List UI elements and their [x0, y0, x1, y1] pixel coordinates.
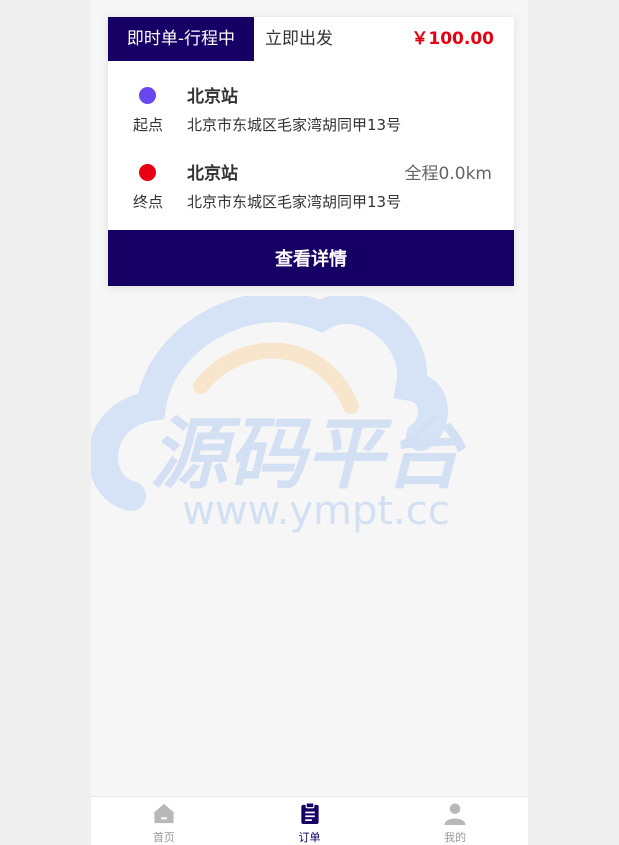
home-icon: [154, 803, 174, 824]
view-details-button[interactable]: 查看详情: [108, 230, 514, 286]
watermark-url: www.ympt.cc: [182, 488, 450, 534]
start-address: 北京市东城区毛家湾胡同甲13号: [187, 116, 402, 134]
user-icon: [444, 803, 466, 825]
order-card[interactable]: 即时单-行程中 立即出发 ￥100.00 起点 北京站 北京市东城区毛家湾胡同甲…: [108, 17, 514, 286]
tab-profile[interactable]: 我的: [382, 797, 528, 845]
watermark-title: 源码平台: [150, 410, 467, 500]
watermark-logo: 源码平台 www.ympt.cc: [91, 296, 467, 534]
end-point-row: 终点 北京站 全程0.0km 北京市东城区毛家湾胡同甲13号: [108, 158, 514, 218]
end-dot-icon: [139, 164, 156, 181]
order-card-header: 即时单-行程中 立即出发 ￥100.00: [108, 17, 514, 61]
bottom-tab-bar: 首页 订单 我的: [91, 796, 528, 845]
tab-orders[interactable]: 订单: [237, 797, 383, 845]
tab-profile-label: 我的: [444, 831, 467, 844]
start-station-name: 北京站: [187, 87, 238, 107]
end-station-name: 北京站: [187, 164, 238, 184]
clipboard-icon: [300, 802, 319, 825]
depart-type: 立即出发: [265, 29, 333, 49]
start-point-row: 起点 北京站 北京市东城区毛家湾胡同甲13号: [108, 81, 514, 141]
start-point-label: 起点: [132, 116, 163, 134]
app-screen: 源码平台 www.ympt.cc 即时单-行程中 立即出发 ￥100.00 起点…: [91, 0, 528, 845]
end-address: 北京市东城区毛家湾胡同甲13号: [187, 193, 402, 211]
start-dot-icon: [139, 87, 156, 104]
tab-home-label: 首页: [152, 831, 175, 844]
tab-home[interactable]: 首页: [91, 797, 237, 845]
tab-orders-label: 订单: [298, 831, 321, 844]
end-point-label: 终点: [132, 193, 163, 211]
order-status-tag: 即时单-行程中: [108, 17, 254, 61]
trip-distance: 全程0.0km: [404, 164, 492, 184]
order-price: ￥100.00: [411, 29, 494, 49]
